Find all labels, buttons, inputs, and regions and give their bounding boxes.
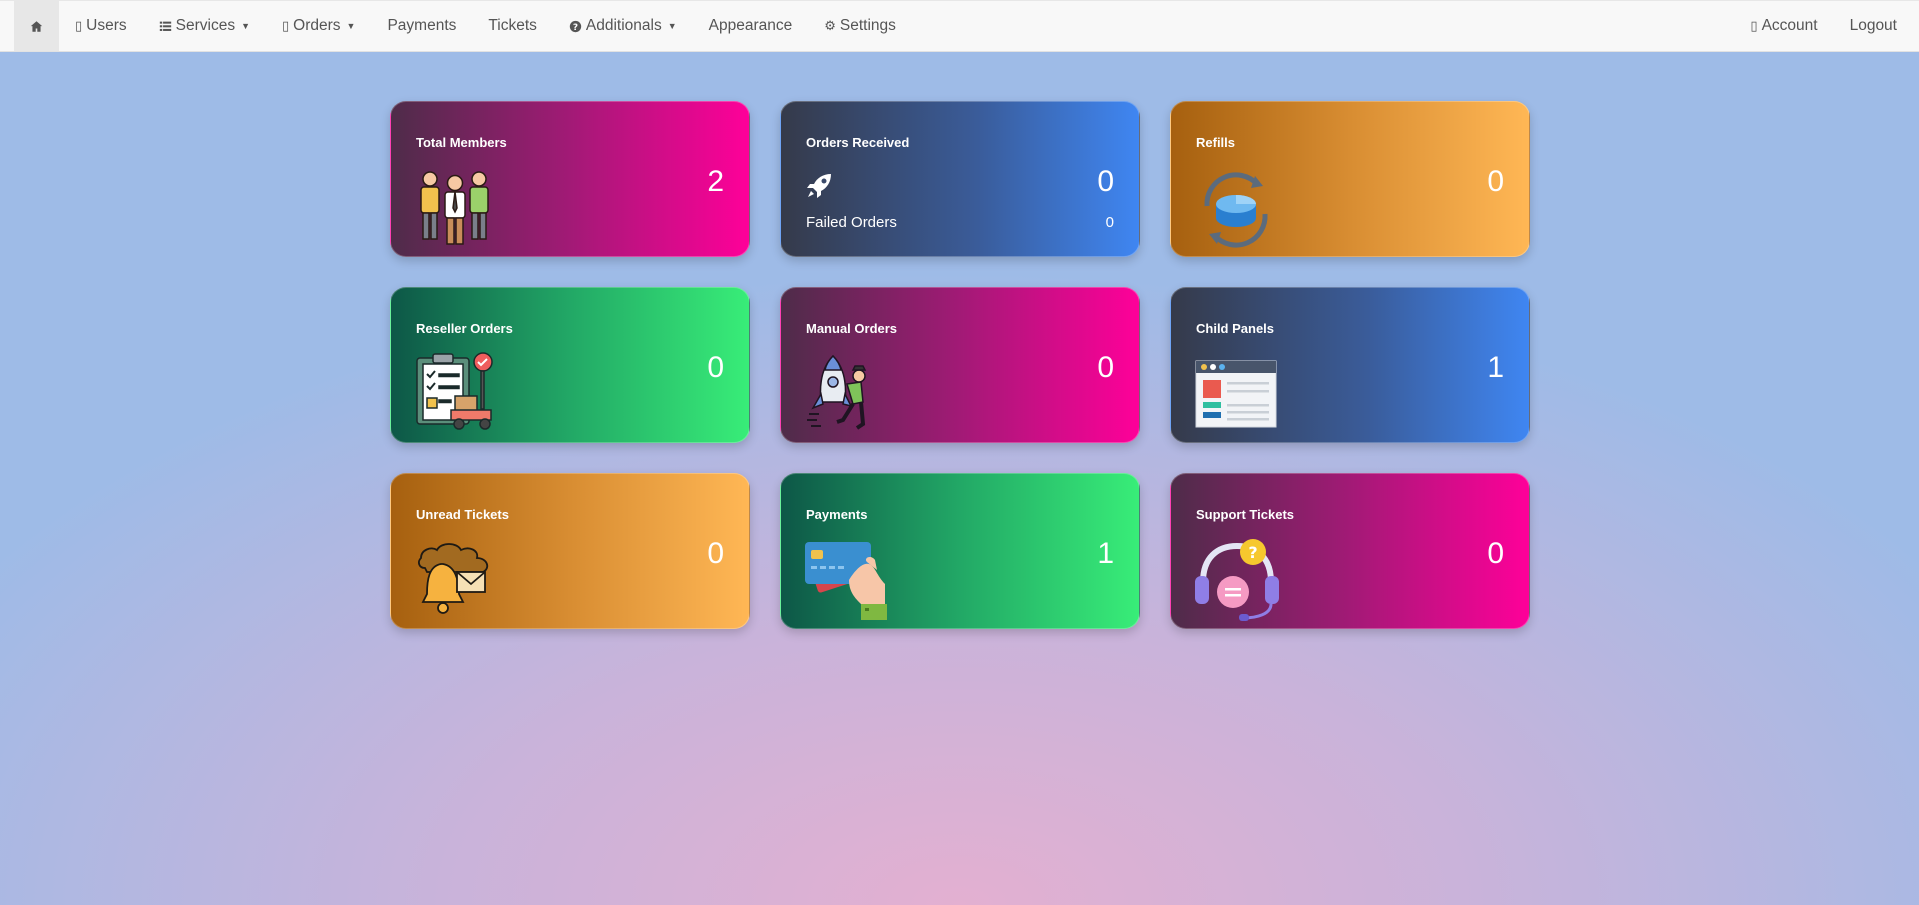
card-title: Manual Orders	[806, 321, 898, 336]
nav-settings-label: Settings	[839, 17, 896, 34]
card-value: 0	[1097, 351, 1114, 384]
card-child-panels[interactable]: Child Panels 1	[1170, 287, 1530, 443]
failed-orders-value: 0	[1105, 214, 1114, 231]
card-orders-received[interactable]: Orders Received 0 Failed Orders 0	[780, 101, 1140, 257]
nav-orders[interactable]: ▯ Orders ▼	[266, 1, 371, 51]
card-manual-orders[interactable]: Manual Orders 0	[780, 287, 1140, 443]
nav-settings[interactable]: ⚙ Settings	[808, 1, 912, 51]
card-value: 0	[707, 537, 724, 570]
card-title: Payments	[806, 507, 868, 522]
card-value: 1	[1097, 537, 1114, 570]
chevron-down-icon: ▼	[346, 21, 356, 31]
card-title: Child Panels	[1196, 321, 1275, 336]
home-icon	[30, 20, 43, 32]
nav-logout[interactable]: Logout	[1834, 1, 1913, 51]
card-unread-tickets[interactable]: Unread Tickets 0	[390, 473, 750, 629]
card-value: 0	[1097, 165, 1114, 198]
nav-users-label: Users	[86, 17, 127, 34]
nav-additionals-label: Additionals	[585, 17, 662, 34]
user-icon: ▯	[1750, 18, 1758, 33]
card-payments[interactable]: Payments 1	[780, 473, 1140, 629]
nav-payments[interactable]: Payments	[371, 1, 472, 51]
card-title: Reseller Orders	[416, 321, 513, 336]
nav-right: ▯ Account Logout	[1734, 1, 1919, 51]
nav-home[interactable]	[14, 1, 59, 51]
clipboard-delivery-icon	[416, 352, 493, 430]
cart-icon: ▯	[282, 18, 290, 33]
card-title: Total Members	[416, 135, 507, 150]
card-support-tickets[interactable]: Support Tickets 0 ?	[1170, 473, 1530, 629]
rocket-icon	[807, 174, 831, 198]
question-circle-icon: ?	[569, 20, 582, 32]
chevron-down-icon: ▼	[667, 21, 677, 31]
card-title: Unread Tickets	[416, 507, 509, 522]
browser-panel-icon	[1195, 360, 1277, 428]
team-members-icon	[420, 171, 489, 245]
nav-tickets[interactable]: Tickets	[472, 1, 553, 51]
gear-icon: ⚙	[824, 18, 836, 33]
credit-card-hand-icon	[805, 542, 887, 620]
refill-cycle-icon	[1204, 172, 1268, 248]
top-navbar: ▯ Users Services ▼ ▯ Orders ▼ Payments T…	[0, 0, 1919, 52]
nav-logout-label: Logout	[1849, 17, 1897, 34]
card-value: 0	[1487, 165, 1504, 198]
card-total-members[interactable]: Total Members 2	[390, 101, 750, 257]
nav-appearance-label: Appearance	[708, 17, 793, 34]
nav-account-label: Account	[1761, 17, 1818, 34]
card-value: 2	[707, 165, 724, 198]
nav-users[interactable]: ▯ Users	[59, 1, 143, 51]
list-icon	[159, 21, 171, 31]
stats-grid: Total Members 2 Orders Received 0 Failed…	[390, 101, 1531, 629]
user-icon: ▯	[75, 18, 83, 33]
nav-account[interactable]: ▯ Account	[1734, 1, 1833, 51]
nav-tickets-label: Tickets	[488, 17, 537, 34]
card-value: 0	[1487, 537, 1504, 570]
nav-orders-label: Orders	[293, 17, 341, 34]
nav-payments-label: Payments	[387, 17, 457, 34]
chevron-down-icon: ▼	[241, 21, 250, 31]
card-refills[interactable]: Refills 0	[1170, 101, 1530, 257]
nav-services[interactable]: Services ▼	[143, 1, 266, 51]
nav-left: ▯ Users Services ▼ ▯ Orders ▼ Payments T…	[0, 1, 912, 51]
card-title: Orders Received	[806, 135, 910, 150]
nav-services-label: Services	[175, 17, 236, 34]
bell-mail-icon	[418, 543, 489, 614]
card-title: Support Tickets	[1196, 507, 1295, 522]
nav-appearance[interactable]: Appearance	[693, 1, 809, 51]
card-reseller-orders[interactable]: Reseller Orders 0	[390, 287, 750, 443]
rocket-push-icon	[807, 354, 867, 430]
card-title: Refills	[1196, 135, 1236, 150]
headset-support-icon: ?	[1195, 539, 1279, 621]
nav-additionals[interactable]: ? Additionals ▼	[553, 1, 693, 51]
failed-orders-label: Failed Orders	[806, 214, 897, 231]
card-value: 0	[707, 351, 724, 384]
svg-text:?: ?	[1248, 543, 1257, 562]
svg-text:?: ?	[573, 22, 578, 32]
card-value: 1	[1487, 351, 1504, 384]
